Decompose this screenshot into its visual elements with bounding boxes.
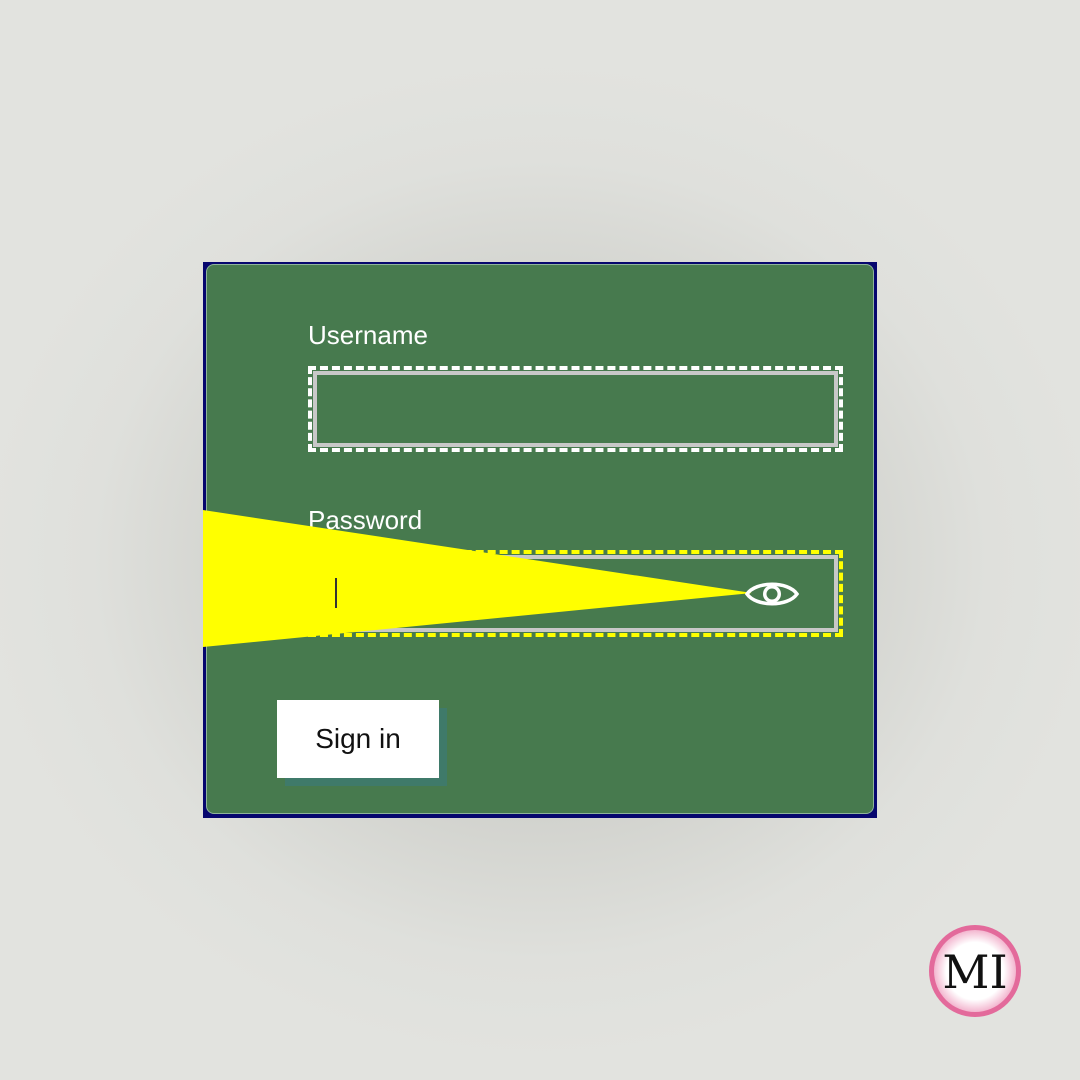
- username-input[interactable]: [313, 371, 838, 447]
- show-password-button[interactable]: [742, 572, 802, 616]
- text-caret: [335, 578, 337, 608]
- username-label: Username: [308, 320, 428, 350]
- brand-logo: MI: [926, 922, 1024, 1020]
- signin-button[interactable]: Sign in: [277, 700, 439, 778]
- password-label: Password: [308, 505, 423, 535]
- eye-icon: [744, 582, 800, 606]
- logo-text: MI: [942, 945, 1007, 999]
